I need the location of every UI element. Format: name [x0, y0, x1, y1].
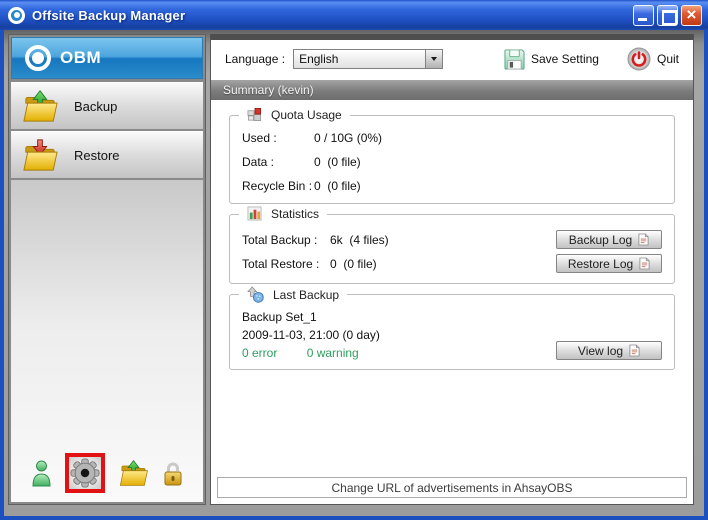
sidebar-footer-icons: [11, 453, 203, 493]
gear-icon: [70, 458, 100, 488]
title-bar: Offsite Backup Manager: [0, 0, 708, 30]
content-area: OBM Backup Restore: [4, 30, 704, 516]
quota-usage-legend: Quota Usage: [239, 107, 350, 122]
user-profile-button[interactable]: [31, 460, 52, 487]
total-backup-label: Total Backup :: [242, 233, 330, 247]
quota-blocks-icon: [247, 107, 262, 122]
quota-row-recycle: Recycle Bin : 0 (0 file): [242, 179, 662, 193]
dropdown-arrow-button[interactable]: [425, 50, 442, 68]
lock-icon: [162, 460, 184, 487]
quota-used-value: 0 / 10G (0%): [314, 131, 382, 145]
save-setting-button[interactable]: Save Setting: [504, 49, 599, 70]
quota-usage-title: Quota Usage: [271, 108, 342, 122]
quota-row-data: Data : 0 (0 file): [242, 155, 662, 169]
stat-row-backup: Total Backup : 6k (4 files) Backup Log: [242, 230, 662, 249]
total-restore-label: Total Restore :: [242, 257, 330, 271]
view-log-label: View log: [578, 344, 623, 358]
sidebar-item-label: Backup: [74, 99, 117, 114]
folder-export-icon: [118, 458, 149, 488]
close-button[interactable]: [681, 5, 702, 26]
restore-log-label: Restore Log: [568, 257, 633, 271]
summary-title: Summary (kevin): [223, 83, 314, 97]
language-label: Language :: [225, 52, 285, 66]
error-count: 0 error: [242, 346, 277, 360]
stat-row-restore: Total Restore : 0 (0 file) Restore Log: [242, 254, 662, 273]
document-icon: [629, 344, 640, 357]
power-icon: [627, 47, 651, 71]
export-backup-set-button[interactable]: [118, 458, 149, 488]
document-icon: [638, 233, 649, 246]
backup-set-name: Backup Set_1: [242, 310, 662, 324]
language-selected-value: English: [294, 50, 425, 68]
main-panel: Language : English Save Setting: [210, 34, 694, 505]
sidebar-item-label: Restore: [74, 148, 120, 163]
app-logo-icon: [8, 7, 25, 24]
total-backup-value: 6k (4 files): [330, 233, 556, 247]
floppy-disk-icon: [504, 49, 525, 70]
obm-logo-icon: [25, 45, 51, 71]
quota-row-used: Used : 0 / 10G (0%): [242, 131, 662, 145]
bar-chart-icon: [247, 206, 262, 221]
quota-usage-groupbox: Quota Usage Used : 0 / 10G (0%) Data : 0…: [229, 115, 675, 204]
advertisement-banner[interactable]: Change URL of advertisements in AhsayOBS: [217, 477, 687, 498]
quota-data-value: 0 (0 file): [314, 155, 361, 169]
user-icon: [31, 460, 52, 487]
last-backup-legend: Last Backup: [239, 286, 347, 303]
obm-logo-banner: OBM: [11, 37, 203, 79]
maximize-button[interactable]: [657, 5, 678, 26]
sidebar: OBM Backup Restore: [8, 34, 206, 505]
last-backup-title: Last Backup: [273, 288, 339, 302]
restore-log-button[interactable]: Restore Log: [556, 254, 662, 273]
language-select[interactable]: English: [293, 49, 443, 69]
total-restore-value: 0 (0 file): [330, 257, 556, 271]
backup-timestamp: 2009-11-03, 21:00 (0 day): [242, 328, 662, 342]
obm-logo-text: OBM: [60, 48, 101, 68]
quota-data-label: Data :: [242, 155, 314, 169]
summary-body: Quota Usage Used : 0 / 10G (0%) Data : 0…: [211, 100, 693, 504]
quit-button[interactable]: Quit: [627, 47, 679, 71]
statistics-groupbox: Statistics Total Backup : 6k (4 files) B…: [229, 214, 675, 284]
encryption-button[interactable]: [162, 460, 184, 487]
last-backup-groupbox: Last Backup Backup Set_1 2009-11-03, 21:…: [229, 294, 675, 370]
backup-folder-up-icon: [21, 88, 59, 124]
upload-globe-icon: [247, 286, 264, 303]
statistics-legend: Statistics: [239, 206, 327, 221]
save-setting-label: Save Setting: [531, 52, 599, 66]
sidebar-item-restore[interactable]: Restore: [11, 131, 203, 179]
chevron-down-icon: [431, 57, 437, 61]
backup-log-label: Backup Log: [569, 233, 632, 247]
view-log-button[interactable]: View log: [556, 341, 662, 360]
window-title: Offsite Backup Manager: [32, 8, 630, 23]
sidebar-item-backup[interactable]: Backup: [11, 82, 203, 130]
advertisement-text: Change URL of advertisements in AhsayOBS: [331, 481, 572, 495]
warning-count: 0 warning: [307, 346, 359, 360]
restore-folder-down-icon: [21, 137, 59, 173]
backup-log-button[interactable]: Backup Log: [556, 230, 662, 249]
toolbar: Language : English Save Setting: [211, 40, 693, 78]
sidebar-panel: [11, 180, 203, 502]
document-icon: [639, 257, 650, 270]
statistics-title: Statistics: [271, 207, 319, 221]
summary-header: Summary (kevin): [211, 80, 693, 100]
app-window: Offsite Backup Manager OBM Backup: [0, 0, 708, 520]
settings-button-highlighted[interactable]: [65, 453, 105, 493]
quota-recycle-value: 0 (0 file): [314, 179, 361, 193]
quota-recycle-label: Recycle Bin :: [242, 179, 314, 193]
minimize-button[interactable]: [633, 5, 654, 26]
quota-used-label: Used :: [242, 131, 314, 145]
quit-label: Quit: [657, 52, 679, 66]
